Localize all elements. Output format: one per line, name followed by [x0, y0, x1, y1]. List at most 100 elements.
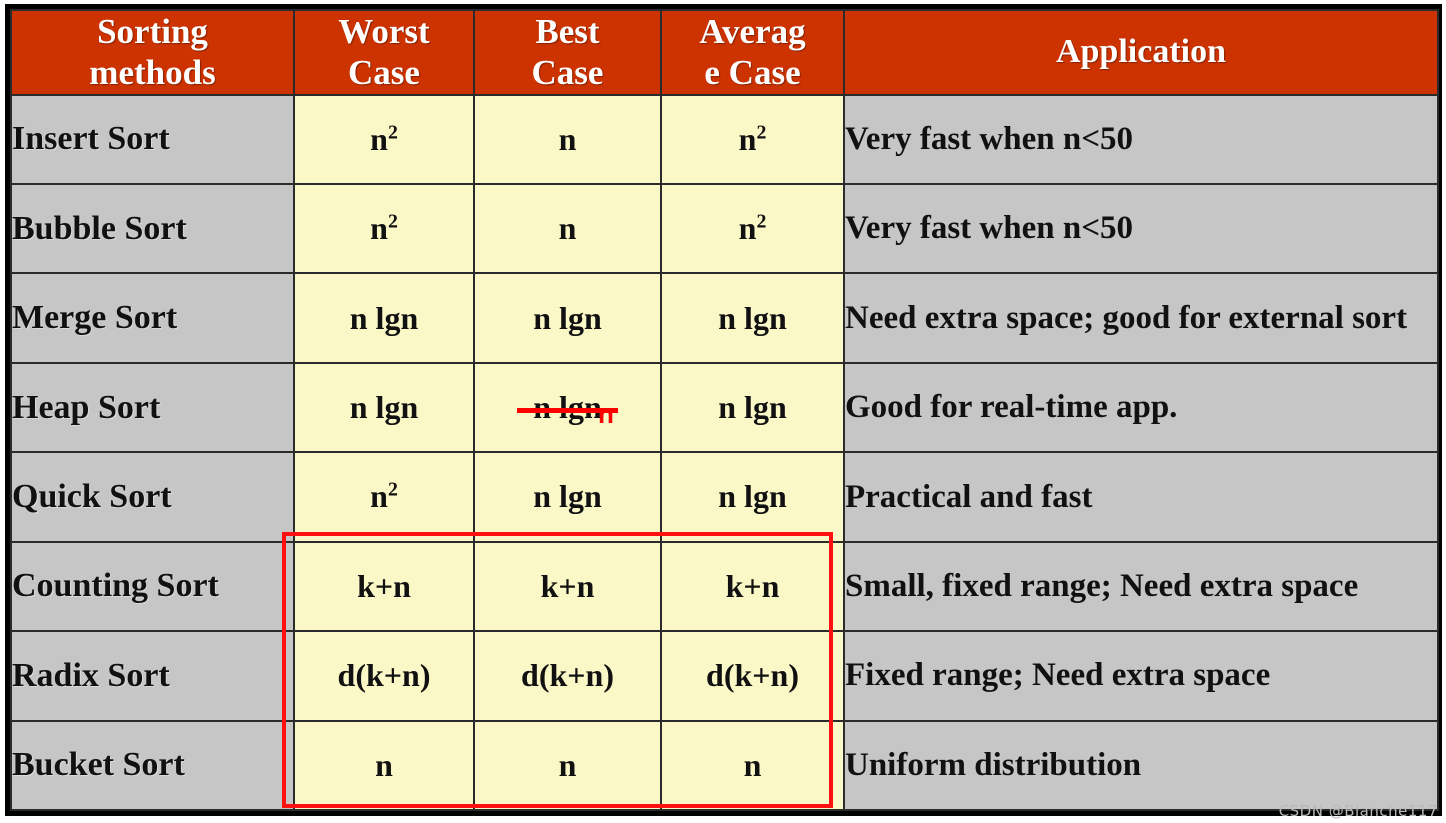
header-sorting-methods-line2: methods	[89, 53, 216, 93]
complexity-base: n lgn	[533, 478, 602, 515]
complexity-value: n lgn	[533, 478, 601, 514]
complexity-value: n lgn	[718, 478, 786, 514]
complexity-base: n lgn	[718, 389, 787, 426]
table-row: Insert Sort n2 n n2 Very fast when n<50	[10, 93, 1439, 186]
cell-application: Good for real-time app.	[843, 361, 1439, 454]
complexity-base: n	[738, 120, 757, 157]
table-row: Counting Sort k+n k+n k+n Small, fixed range…	[10, 540, 1439, 633]
slide-canvas: Sorting methods Worst Case Best Case Ave…	[0, 0, 1446, 823]
cell-worst-case: k+n	[293, 540, 475, 633]
complexity-base: n lgn	[533, 389, 602, 426]
cell-average-case: n lgn	[660, 361, 845, 454]
cell-application: Very fast when n<50	[843, 183, 1439, 275]
header-average-case-line1: Averag	[699, 12, 806, 51]
complexity-base: n lgn	[349, 299, 419, 336]
complexity-base: n	[370, 478, 388, 515]
header-best-case: Best Case	[473, 9, 662, 96]
sorting-comparison-table: Sorting methods Worst Case Best Case Ave…	[10, 9, 1439, 812]
cell-application: Very fast when n<50	[843, 93, 1439, 186]
complexity-exponent: 2	[387, 478, 398, 501]
cell-best-case: n lgn	[473, 361, 662, 454]
cell-application: Practical and fast	[843, 451, 1439, 543]
complexity-value: k+n	[357, 568, 411, 604]
complexity-base: n	[558, 210, 577, 247]
complexity-value: n	[559, 747, 577, 783]
complexity-exponent: 2	[756, 121, 767, 144]
cell-sorting-method: Quick Sort	[10, 451, 295, 543]
cell-worst-case: d(k+n)	[293, 630, 475, 722]
cell-best-case: n lgn	[473, 451, 662, 543]
cell-worst-case: n2	[293, 93, 475, 186]
complexity-value: n lgn	[517, 389, 618, 426]
cell-sorting-method: Bucket Sort	[10, 719, 295, 812]
cell-sorting-method: Counting Sort	[10, 540, 295, 633]
cell-average-case: n2	[660, 183, 845, 275]
complexity-value: n2	[370, 478, 398, 514]
complexity-value: n2	[370, 121, 398, 157]
header-worst-case-line2: Case	[348, 53, 420, 93]
cell-best-case: n	[473, 183, 662, 275]
table-row: Quick Sort n2 n lgn n lgn Practical and fast	[10, 451, 1439, 543]
cell-worst-case: n lgn	[293, 361, 475, 454]
cell-worst-case: n2	[293, 183, 475, 275]
cell-best-case: k+n	[473, 540, 662, 633]
table-header: Sorting methods Worst Case Best Case Ave…	[10, 9, 1439, 96]
complexity-base: n lgn	[718, 299, 787, 336]
complexity-base: k+n	[357, 567, 411, 604]
header-best-case-line1: Best	[535, 12, 600, 51]
cell-worst-case: n	[293, 719, 475, 812]
cell-average-case: n2	[660, 93, 845, 186]
header-worst-case: Worst Case	[293, 9, 475, 96]
cell-application: Fixed range; Need extra space	[843, 630, 1439, 722]
cell-average-case: n lgn	[660, 272, 845, 364]
cell-best-case: n lgn	[473, 272, 662, 364]
complexity-base: n	[738, 210, 757, 247]
complexity-value: n lgn	[718, 389, 786, 425]
header-row: Sorting methods Worst Case Best Case Ave…	[10, 9, 1439, 96]
complexity-value: n	[559, 210, 577, 246]
complexity-base: d(k+n)	[521, 657, 614, 694]
complexity-value: n2	[739, 210, 767, 246]
complexity-value: k+n	[726, 568, 780, 604]
cell-sorting-method: Heap Sort	[10, 361, 295, 454]
header-sorting-methods-line1: Sorting	[97, 12, 208, 51]
complexity-base: k+n	[540, 567, 595, 604]
red-correction-n-annotation: n	[598, 399, 614, 429]
cell-application: Need extra space; good for external sort	[843, 272, 1439, 364]
header-average-case: Averag e Case	[660, 9, 845, 96]
table-row: Bubble Sort n2 n n2 Very fast when n<50	[10, 183, 1439, 275]
complexity-base: n	[370, 210, 388, 247]
complexity-value: n2	[739, 121, 767, 157]
complexity-base: n lgn	[718, 478, 787, 515]
cell-best-case: d(k+n)	[473, 630, 662, 722]
cell-worst-case: n lgn	[293, 272, 475, 364]
complexity-value: n lgn	[718, 300, 786, 336]
complexity-base: n	[743, 746, 762, 783]
complexity-value: d(k+n)	[521, 657, 614, 693]
complexity-base: n	[558, 746, 577, 783]
cell-average-case: d(k+n)	[660, 630, 845, 722]
complexity-value: n2	[370, 210, 398, 246]
complexity-exponent: 2	[387, 210, 398, 233]
table-row: Bucket Sort n n n Uniform distribution	[10, 719, 1439, 812]
complexity-value: d(k+n)	[706, 657, 799, 693]
csdn-watermark: CSDN @Bianche117	[1278, 802, 1438, 820]
complexity-base: n lgn	[533, 299, 602, 336]
cell-sorting-method: Bubble Sort	[10, 183, 295, 275]
complexity-base: k+n	[725, 567, 780, 604]
header-worst-case-line1: Worst	[338, 12, 430, 51]
complexity-base: d(k+n)	[706, 657, 799, 694]
complexity-exponent: 2	[756, 210, 767, 233]
cell-best-case: n	[473, 719, 662, 812]
complexity-exponent: 2	[387, 121, 398, 144]
cell-sorting-method: Merge Sort	[10, 272, 295, 364]
cell-average-case: k+n	[660, 540, 845, 633]
header-best-case-line2: Case	[531, 53, 604, 93]
cell-application: Uniform distribution	[843, 719, 1439, 812]
complexity-value: n lgn	[533, 300, 601, 336]
complexity-base: n	[375, 746, 393, 783]
cell-sorting-method: Radix Sort	[10, 630, 295, 722]
complexity-base: n	[370, 120, 388, 157]
complexity-value: n lgn	[350, 389, 418, 425]
cell-average-case: n lgn	[660, 451, 845, 543]
